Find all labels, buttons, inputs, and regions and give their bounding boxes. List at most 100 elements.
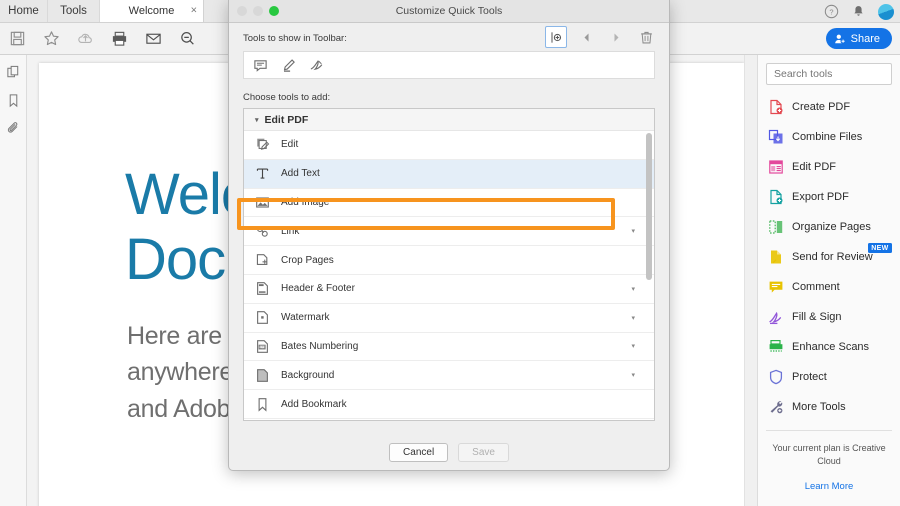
list-item-label: Crop Pages bbox=[281, 254, 334, 266]
list-item-label: Bates Numbering bbox=[281, 340, 359, 352]
list-item[interactable]: Background ▾ bbox=[244, 361, 654, 391]
chooser-rows: Edit Add Text Add Image Link ▾ Crop Pages Head… bbox=[244, 131, 654, 419]
page-thumbnails-icon[interactable] bbox=[6, 65, 21, 80]
help-circle-icon[interactable]: ? bbox=[824, 4, 839, 19]
document-scrollbar[interactable] bbox=[744, 55, 757, 506]
zoom-out-icon[interactable] bbox=[179, 30, 196, 47]
plan-section: Your current plan is Creative Cloud Lear… bbox=[766, 430, 892, 492]
comment-icon[interactable] bbox=[253, 58, 268, 73]
tool-item-label: Enhance Scans bbox=[792, 341, 870, 353]
background-icon bbox=[255, 368, 270, 383]
arrow-left-icon bbox=[583, 32, 589, 42]
list-item[interactable]: Link ▾ bbox=[244, 217, 654, 247]
crop-pages-icon bbox=[255, 253, 270, 268]
organize-pages-icon bbox=[768, 219, 784, 235]
move-right-button[interactable] bbox=[605, 26, 627, 48]
chevron-down-icon: ▾ bbox=[255, 116, 259, 124]
add-separator-button[interactable] bbox=[545, 26, 567, 48]
save-button: Save bbox=[458, 442, 509, 462]
list-item[interactable]: Add Image bbox=[244, 189, 654, 218]
tab-welcome-document[interactable]: Welcome × bbox=[100, 0, 204, 22]
share-button[interactable]: Share bbox=[825, 28, 892, 49]
tool-item-label: Create PDF bbox=[792, 101, 851, 113]
avatar[interactable] bbox=[878, 3, 894, 20]
tool-item-export-pdf[interactable]: Export PDF bbox=[766, 182, 892, 212]
chevron-down-icon[interactable]: ▾ bbox=[631, 371, 635, 379]
choose-tools-label: Choose tools to add: bbox=[243, 92, 331, 103]
link-icon bbox=[255, 224, 270, 239]
tab-tools-label: Tools bbox=[60, 5, 87, 17]
group-header-edit-pdf[interactable]: ▾ Edit PDF bbox=[244, 109, 654, 131]
delete-button[interactable] bbox=[635, 26, 657, 48]
tool-item-more-tools[interactable]: More Tools bbox=[766, 392, 892, 422]
tool-item-organize-pages[interactable]: Organize Pages bbox=[766, 212, 892, 242]
tool-item-label: Export PDF bbox=[792, 191, 849, 203]
dialog-title: Customize Quick Tools bbox=[395, 5, 503, 17]
dialog-body: Tools to show in Toolbar: Choose tools t… bbox=[229, 23, 669, 421]
move-left-button[interactable] bbox=[575, 26, 597, 48]
tool-item-comment[interactable]: Comment bbox=[766, 272, 892, 302]
email-icon[interactable] bbox=[145, 30, 162, 47]
list-item-label: Add Image bbox=[281, 196, 330, 208]
application-window: Home Tools Welcome × ? Share Here are an… bbox=[0, 0, 900, 506]
export-pdf-icon bbox=[768, 189, 784, 205]
cancel-button[interactable]: Cancel bbox=[389, 442, 449, 462]
tool-item-fill-sign[interactable]: Fill & Sign bbox=[766, 302, 892, 332]
list-item[interactable]: Add Text bbox=[244, 159, 654, 189]
svg-text:?: ? bbox=[829, 7, 833, 16]
add-text-icon bbox=[255, 166, 270, 181]
arrow-right-icon bbox=[613, 32, 619, 42]
tool-item-create-pdf[interactable]: Create PDF bbox=[766, 92, 892, 122]
chevron-down-icon[interactable]: ▾ bbox=[631, 285, 635, 293]
tool-item-label: Send for Review bbox=[792, 251, 873, 263]
dialog-action-buttons bbox=[545, 26, 657, 48]
print-icon[interactable] bbox=[111, 30, 128, 47]
attachment-icon[interactable] bbox=[6, 121, 21, 136]
tool-item-send-for-review[interactable]: Send for Review NEW bbox=[766, 242, 892, 272]
chooser-scrollbar[interactable] bbox=[646, 133, 652, 280]
add-image-icon bbox=[255, 195, 270, 210]
tab-tools[interactable]: Tools bbox=[48, 0, 100, 22]
list-item[interactable]: Watermark ▾ bbox=[244, 304, 654, 333]
list-item-label: Add Text bbox=[281, 168, 320, 180]
tool-item-combine-files[interactable]: Combine Files bbox=[766, 122, 892, 152]
chevron-down-icon[interactable]: ▾ bbox=[631, 342, 635, 350]
save-icon[interactable] bbox=[9, 30, 26, 47]
star-icon[interactable] bbox=[43, 30, 60, 47]
chevron-down-icon[interactable]: ▾ bbox=[631, 314, 635, 322]
toolbar-preview bbox=[243, 51, 655, 79]
tool-item-edit-pdf[interactable]: Edit PDF bbox=[766, 152, 892, 182]
combine-files-icon bbox=[768, 129, 784, 145]
learn-more-link[interactable]: Learn More bbox=[766, 481, 892, 492]
tool-item-label: Organize Pages bbox=[792, 221, 871, 233]
search-input[interactable] bbox=[766, 63, 892, 85]
send-review-icon bbox=[768, 249, 784, 265]
list-item-label: Edit bbox=[281, 139, 299, 151]
tool-item-label: Combine Files bbox=[792, 131, 863, 143]
header-icon-group: ? bbox=[824, 0, 894, 23]
list-item[interactable]: Edit bbox=[244, 131, 654, 160]
bates-numbering-icon: 123 bbox=[255, 339, 270, 354]
fill-sign-icon bbox=[768, 309, 784, 325]
tab-home[interactable]: Home bbox=[0, 0, 48, 22]
dialog-footer: Cancel Save bbox=[229, 434, 669, 470]
list-item[interactable]: Add Bookmark bbox=[244, 390, 654, 419]
list-item[interactable]: 123 Bates Numbering ▾ bbox=[244, 333, 654, 362]
tools-chooser-list: ▾ Edit PDF Edit Add Text Add Image Link ▾ Cro… bbox=[243, 108, 655, 421]
chevron-down-icon[interactable]: ▾ bbox=[631, 227, 635, 235]
close-icon[interactable]: × bbox=[191, 5, 197, 17]
tool-item-protect[interactable]: Protect bbox=[766, 362, 892, 392]
tool-item-label: Protect bbox=[792, 371, 827, 383]
upload-cloud-icon[interactable] bbox=[77, 30, 94, 47]
toolbar-icon-group bbox=[0, 30, 196, 47]
bell-icon[interactable] bbox=[851, 4, 866, 19]
tab-home-label: Home bbox=[8, 5, 39, 17]
list-item[interactable]: Crop Pages bbox=[244, 246, 654, 275]
list-item[interactable]: Header & Footer ▾ bbox=[244, 275, 654, 304]
highlight-icon[interactable] bbox=[281, 58, 296, 73]
signature-icon[interactable] bbox=[309, 58, 324, 73]
bookmark-icon[interactable] bbox=[6, 93, 21, 108]
more-tools-icon bbox=[768, 399, 784, 415]
dialog-titlebar: Customize Quick Tools bbox=[229, 0, 669, 23]
tool-item-enhance-scans[interactable]: Enhance Scans bbox=[766, 332, 892, 362]
